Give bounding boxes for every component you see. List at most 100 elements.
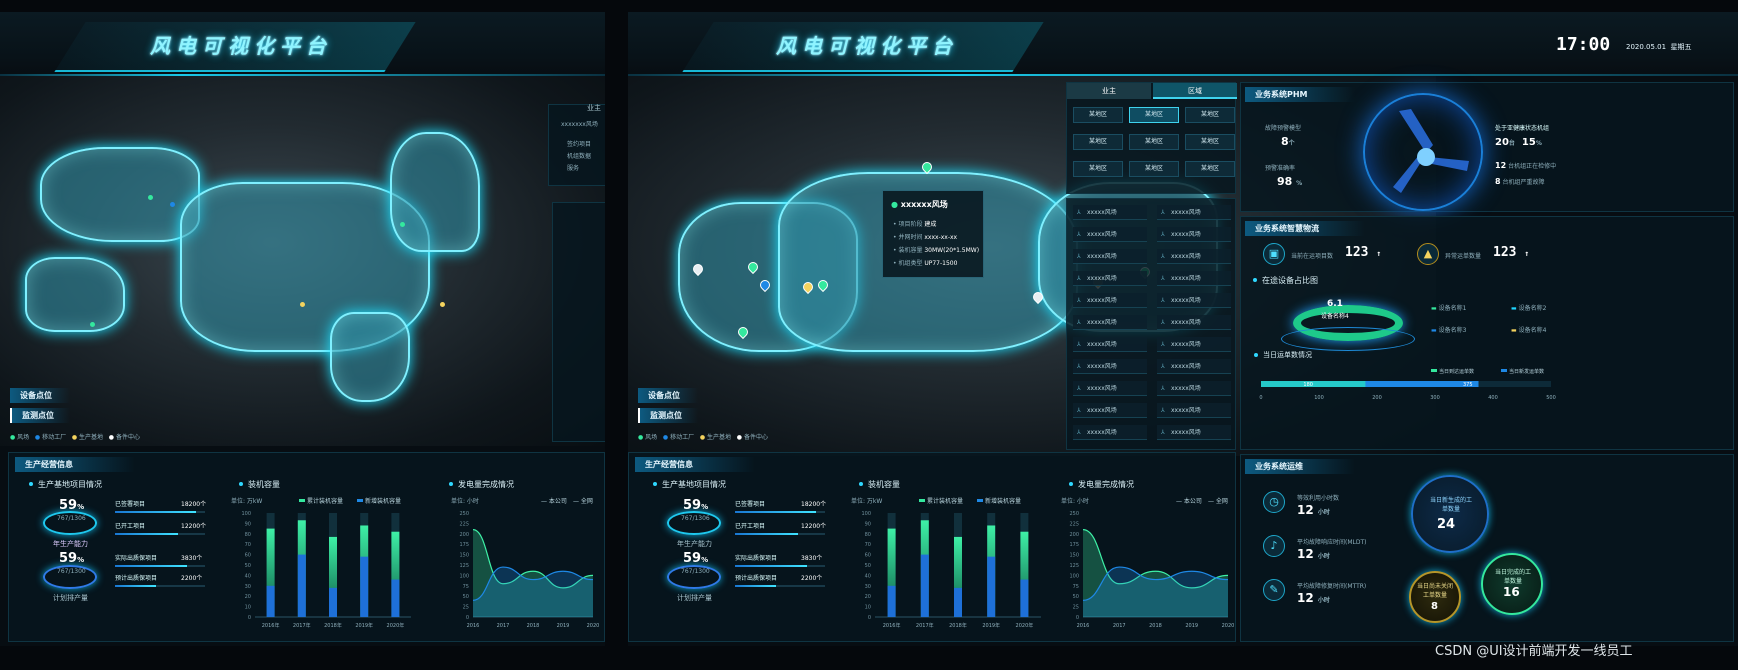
farm-row[interactable]: xxxxx风场 (1073, 381, 1147, 396)
phm-model-value: 8个 (1281, 135, 1295, 148)
x-tick: 100 (1314, 395, 1324, 401)
chart-unit: 单位: 万kW (851, 497, 882, 505)
farm-row[interactable]: xxxxx风场 (1073, 425, 1147, 440)
farm-row[interactable]: xxxxx风场 (1157, 271, 1231, 286)
prod-item-label: 已开工项目 (735, 523, 766, 530)
y-tick: 25 (463, 605, 469, 611)
gauge1-pct: 59% (59, 498, 85, 513)
y-tick: 25 (1073, 605, 1079, 611)
layer-monitor-button[interactable]: 监测点位 (10, 408, 70, 423)
y-tick: 0 (466, 615, 469, 621)
gauge1-ratio: 767/1306 (57, 515, 86, 522)
farm-row[interactable]: xxxxx风场 (1157, 249, 1231, 264)
prod-item-bar (115, 511, 205, 513)
farm-list-panel: xxxxx风场 xxxxx风场 xxxxx风场 xxxxx风场 xxxxx风场 xxxxx… (1066, 198, 1236, 450)
ops-item-value: 12 小时 (1297, 547, 1330, 561)
farm-row[interactable]: xxxxx风场 (1073, 249, 1147, 264)
farm-row[interactable]: xxxxx风场 (1073, 227, 1147, 242)
farm-row[interactable]: xxxxx风场 (1157, 403, 1231, 418)
x-tick: 2018 (527, 623, 540, 629)
legend-item: ● 生产基地 (699, 434, 732, 441)
gauge2-ratio: 767/1300 (57, 568, 86, 575)
map-dot[interactable] (440, 302, 445, 307)
farm-row[interactable]: xxxxx风场 (1157, 381, 1231, 396)
y-tick: 50 (1073, 594, 1079, 600)
farm-row[interactable]: xxxxx风场 (1073, 403, 1147, 418)
right-screen: 风电可视化平台 17:00 2020.05.01 星期五 ● xxxxxx风场 … (628, 12, 1738, 646)
prod-item-value: 18200个 (181, 501, 207, 508)
layer-monitor-button[interactable]: 监测点位 (638, 408, 698, 423)
map-dot[interactable] (90, 322, 95, 327)
x-tick: 300 (1430, 395, 1440, 401)
bar-new (987, 556, 996, 617)
prod-item-bar (115, 533, 205, 535)
farm-row[interactable]: xxxxx风场 (1157, 337, 1231, 352)
region-cell[interactable]: 某地区 (1129, 134, 1179, 150)
map-dot[interactable] (148, 195, 153, 200)
farm-row[interactable]: xxxxx风场 (1073, 271, 1147, 286)
farm-row[interactable]: xxxxx风场 (1073, 293, 1147, 308)
generation-chart: 单位: 小时 — 本公司 — 全网 0 25 50 75 100 125 150 175 200 225… (451, 497, 599, 629)
region-cell[interactable]: 某地区 (1073, 107, 1123, 123)
share-legend-item: ▬ 设备名称3 (1431, 327, 1467, 334)
owner-item[interactable]: 签约项目 (567, 139, 591, 148)
layer-device-button[interactable]: 设备点位 (638, 388, 698, 403)
farm-row[interactable]: xxxxx风场 (1157, 425, 1231, 440)
prod-item-value: 12200个 (801, 523, 827, 530)
owner-item[interactable]: 服务 (567, 163, 579, 172)
farm-row[interactable]: xxxxx风场 (1157, 315, 1231, 330)
tab-region[interactable]: 区域 (1153, 83, 1237, 99)
farm-row[interactable]: xxxxx风场 (1073, 337, 1147, 352)
prod-item-fill (735, 511, 816, 513)
y-tick: 175 (459, 542, 469, 548)
x-tick: 2017 (1113, 623, 1126, 629)
legend-label: 当日到达运单数 (1439, 368, 1474, 375)
layer-device-button[interactable]: 设备点位 (10, 388, 70, 403)
farm-row[interactable]: xxxxx风场 (1073, 315, 1147, 330)
owner-label: 业主 (587, 104, 601, 112)
generation-chart: 单位: 小时 — 本公司 — 全网 0 25 50 75 100 125 150 175 200 225… (1061, 497, 1234, 629)
gen-label: 当日新生成的工单数量 (1429, 497, 1472, 513)
y-tick: 75 (1073, 584, 1079, 590)
farm-row[interactable]: xxxxx风场 (1157, 293, 1231, 308)
y-tick: 90 (865, 521, 871, 527)
share-legend-item: ▬ 设备名称2 (1511, 305, 1547, 312)
legend-label: 新增装机容量 (985, 497, 1021, 505)
region-cell[interactable]: 某地区 (1185, 134, 1235, 150)
farm-row[interactable]: xxxxx风场 (1157, 227, 1231, 242)
region-cell[interactable]: 某地区 (1129, 161, 1179, 177)
chart-unit: 单位: 万kW (231, 497, 262, 505)
bell-icon: ♪ (1263, 535, 1285, 557)
x-tick: 500 (1546, 395, 1556, 401)
region-cell[interactable]: 某地区 (1073, 161, 1123, 177)
map-dot[interactable] (170, 202, 175, 207)
phm-acc-label: 预警准确率 (1265, 165, 1296, 172)
farm-row[interactable]: xxxxx风场 (1157, 205, 1231, 220)
map-dot[interactable] (400, 222, 405, 227)
y-tick: 250 (459, 511, 469, 517)
region-cell[interactable]: 某地区 (1185, 107, 1235, 123)
farm-row[interactable]: xxxxx风场 (1073, 205, 1147, 220)
owner-item[interactable]: 机组数据 (567, 151, 591, 160)
map-dot[interactable] (300, 302, 305, 307)
turbine-icon (1393, 109, 1469, 193)
y-tick: 225 (1069, 521, 1079, 527)
legend-item: ● 风场 (10, 434, 30, 441)
production-title: 生产经营信息 (15, 457, 135, 472)
legend-item: ● 生产基地 (71, 434, 104, 441)
region-cell[interactable]: 某地区 (1185, 161, 1235, 177)
region-cell[interactable]: 某地区 (1073, 134, 1123, 150)
farm-label[interactable]: xxxxxxx风场 (561, 119, 598, 128)
logistics-title: 业务系统智慧物流 (1245, 221, 1365, 236)
x-tick: 2018 (1149, 623, 1162, 629)
legend-label: — 本公司 (1176, 497, 1202, 505)
region-cell[interactable]: 某地区 (1129, 107, 1179, 123)
owner-list-panel: 业主 xxxxxxx风场 签约项目 机组数据 服务 (548, 104, 605, 186)
gen-value: 24 (1437, 517, 1456, 532)
ops-item-label: 平均故障响应时间(MLDT) (1297, 539, 1367, 546)
prod-item-value: 3830个 (181, 555, 203, 562)
farm-row[interactable]: xxxxx风场 (1073, 359, 1147, 374)
legend-swatch (919, 499, 925, 502)
tab-owner[interactable]: 业主 (1067, 83, 1151, 99)
farm-row[interactable]: xxxxx风场 (1157, 359, 1231, 374)
